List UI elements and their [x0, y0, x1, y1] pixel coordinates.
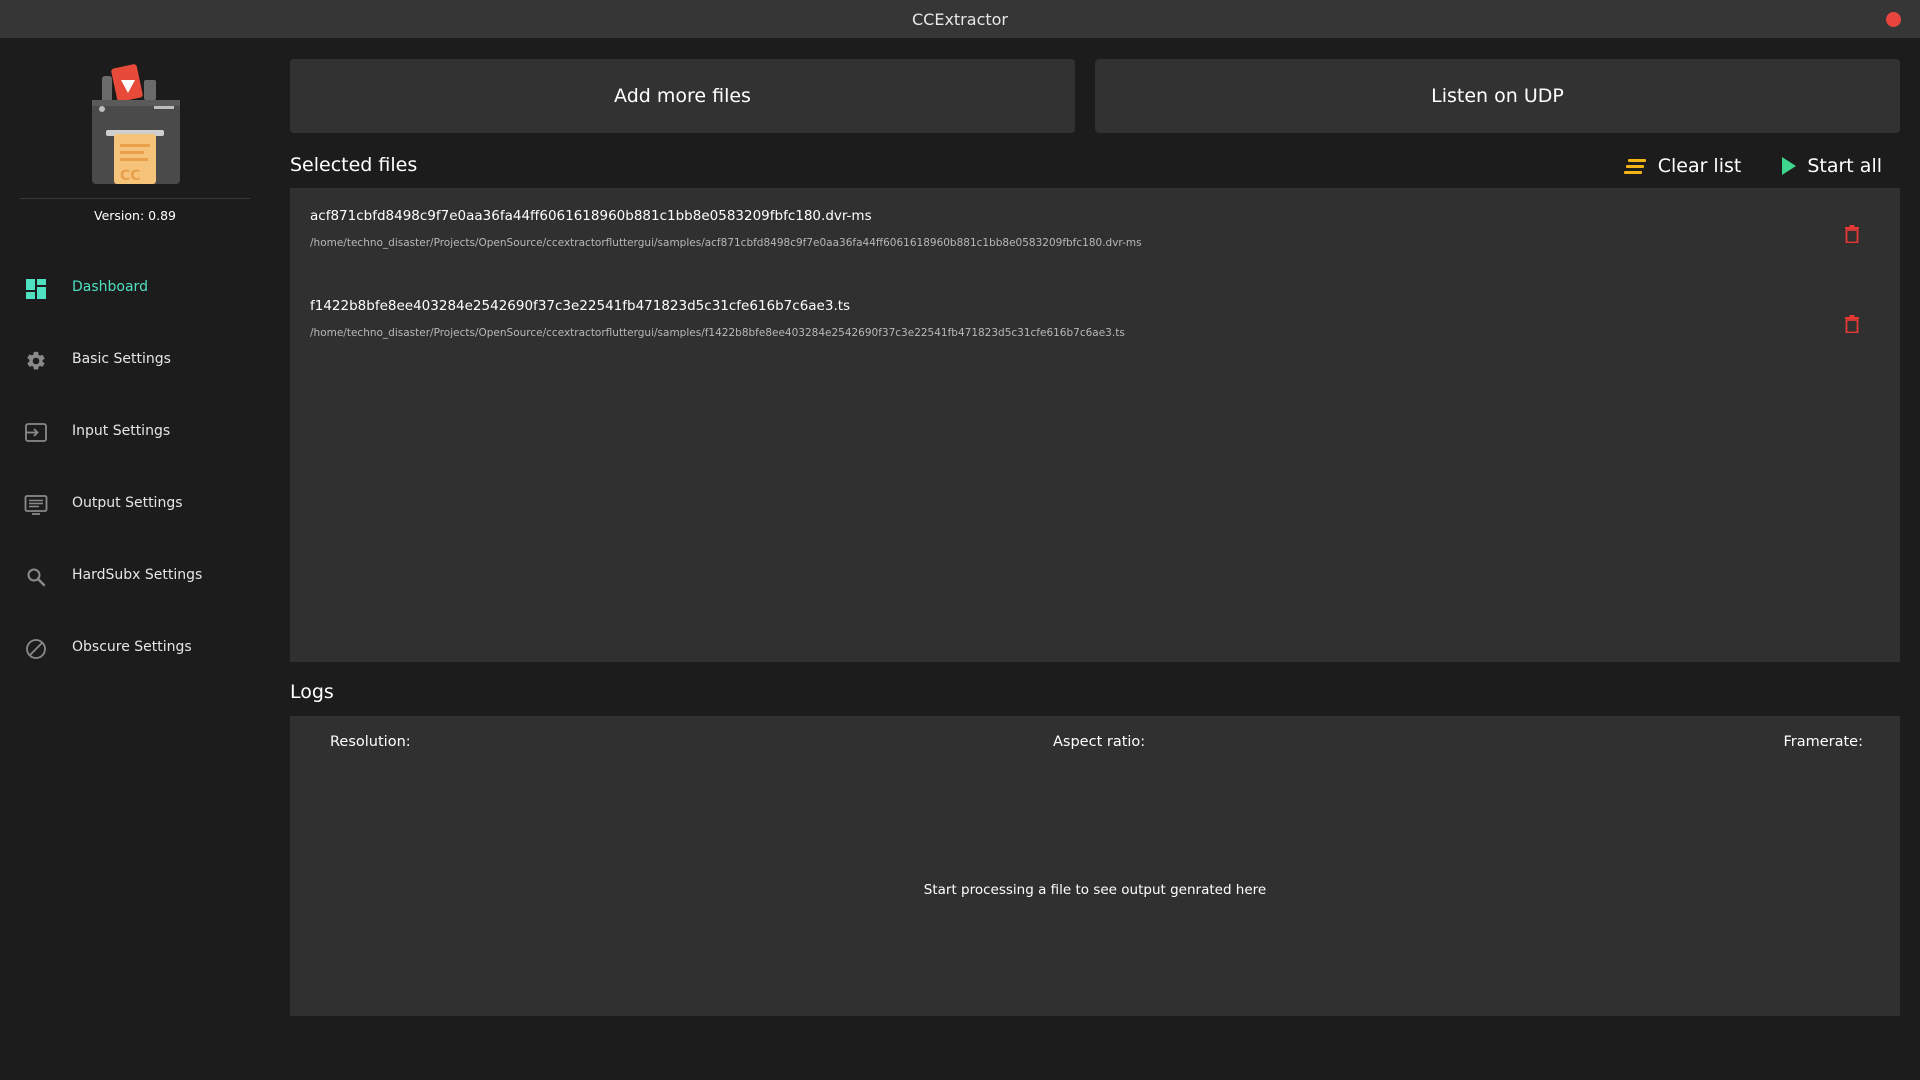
clear-list-button[interactable]: Clear list	[1623, 155, 1742, 177]
file-name: acf871cbfd8498c9f7e0aa36fa44ff6061618960…	[310, 208, 872, 224]
logs-title: Logs	[290, 681, 334, 703]
clear-list-icon	[1623, 159, 1646, 174]
sidebar-item-input-settings[interactable]: Input Settings	[0, 410, 270, 454]
sidebar-item-label: Obscure Settings	[72, 639, 192, 655]
sidebar-item-label: Output Settings	[72, 495, 183, 511]
trash-icon	[1845, 225, 1859, 243]
add-more-files-button[interactable]: Add more files	[290, 59, 1075, 133]
list-item: acf871cbfd8498c9f7e0aa36fa44ff6061618960…	[290, 188, 1900, 268]
aspect-ratio-label: Aspect ratio:	[1053, 734, 1146, 750]
logs-empty-message: Start processing a file to see output ge…	[923, 882, 1267, 898]
svg-text:CC: CC	[120, 168, 141, 184]
file-actions: Clear list Start all	[1623, 152, 1882, 180]
block-icon	[24, 637, 48, 661]
sidebar-item-label: Dashboard	[72, 279, 148, 295]
output-icon	[24, 493, 48, 517]
sidebar-item-label: Input Settings	[72, 423, 171, 439]
trash-icon	[1845, 315, 1859, 333]
ccextractor-logo-icon: CC	[92, 64, 180, 184]
start-all-button[interactable]: Start all	[1781, 155, 1882, 177]
sidebar-item-basic-settings[interactable]: Basic Settings	[0, 338, 270, 382]
resolution-label: Resolution:	[330, 734, 411, 750]
play-icon	[1782, 157, 1797, 175]
sidebar-item-label: HardSubx Settings	[72, 567, 203, 583]
listen-udp-button[interactable]: Listen on UDP	[1095, 59, 1900, 133]
start-all-label: Start all	[1807, 155, 1882, 177]
sidebar-item-label: Basic Settings	[72, 351, 171, 367]
title-bar: CCExtractor	[0, 0, 1920, 38]
search-icon	[24, 565, 48, 589]
list-item: f1422b8bfe8ee403284e2542690f37c3e22541fb…	[290, 278, 1900, 358]
file-name: f1422b8bfe8ee403284e2542690f37c3e22541fb…	[310, 298, 851, 314]
clear-list-label: Clear list	[1657, 155, 1742, 177]
delete-file-button[interactable]	[1842, 222, 1862, 246]
window-title: CCExtractor	[911, 9, 1008, 29]
selected-files-list: acf871cbfd8498c9f7e0aa36fa44ff6061618960…	[290, 188, 1900, 662]
file-path: /home/techno_disaster/Projects/OpenSourc…	[310, 237, 1142, 249]
app-logo: CC	[88, 62, 184, 186]
gear-icon	[24, 349, 48, 373]
delete-file-button[interactable]	[1842, 312, 1862, 336]
sidebar-item-output-settings[interactable]: Output Settings	[0, 482, 270, 526]
framerate-label: Framerate:	[1783, 734, 1863, 750]
main-content: Add more files Listen on UDP Selected fi…	[290, 38, 1900, 1080]
sidebar-item-dashboard[interactable]: Dashboard	[0, 266, 270, 310]
selected-files-title: Selected files	[290, 154, 418, 176]
sidebar-item-obscure-settings[interactable]: Obscure Settings	[0, 626, 270, 670]
close-window-button[interactable]	[1886, 12, 1901, 27]
sidebar: CC Version: 0.89 Dashboard Basic Setting…	[0, 38, 270, 1080]
file-path: /home/techno_disaster/Projects/OpenSourc…	[310, 327, 1125, 339]
version-label: Version: 0.89	[94, 208, 176, 223]
sidebar-divider	[20, 198, 250, 199]
input-icon	[24, 421, 48, 445]
logs-panel: Resolution: Aspect ratio: Framerate: Sta…	[290, 716, 1900, 1016]
sidebar-item-hardsubx-settings[interactable]: HardSubx Settings	[0, 554, 270, 598]
dashboard-icon	[24, 277, 48, 301]
